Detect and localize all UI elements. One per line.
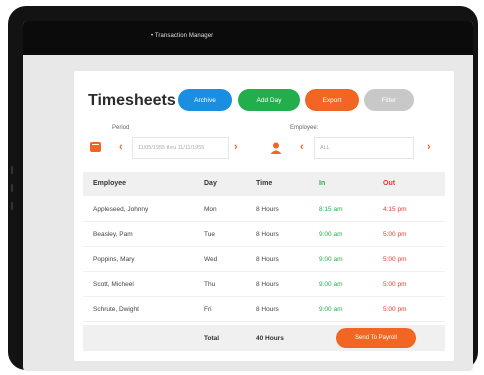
total-label: Total: [204, 335, 220, 342]
page-title: Timesheets: [88, 92, 176, 109]
day-cell: Tue: [204, 231, 215, 238]
time-cell: 8 Hours: [256, 256, 279, 263]
time-cell: 8 Hours: [256, 281, 279, 288]
day-cell: Fri: [204, 306, 212, 313]
total-value: 40 Hours: [256, 335, 284, 342]
export-button[interactable]: Export: [305, 89, 359, 111]
employee-cell: Scott, Micheel: [93, 281, 134, 288]
chevron-right-icon[interactable]: ›: [234, 141, 238, 153]
chevron-left-icon[interactable]: ‹: [119, 141, 123, 153]
tablet-button: [11, 184, 13, 192]
app-screen: • Transaction Manager Timesheets Archive…: [23, 21, 473, 371]
table-row[interactable]: Beasley, Pam Tue 8 Hours 9:00 am 5:00 pm: [83, 222, 445, 247]
employee-cell: Beasley, Pam: [93, 231, 133, 238]
calendar-icon[interactable]: [90, 142, 101, 152]
filter-button[interactable]: Filter: [364, 89, 414, 111]
table-row[interactable]: Schrute, Dwight Fri 8 Hours 9:00 am 5:00…: [83, 297, 445, 322]
column-header-day[interactable]: Day: [204, 180, 217, 187]
chevron-right-icon[interactable]: ›: [427, 141, 431, 153]
employee-cell: Appleseed, Johnny: [93, 206, 149, 213]
out-cell: 5:00 pm: [383, 231, 407, 238]
column-header-time[interactable]: Time: [256, 180, 272, 187]
table-footer: Total 40 Hours Send To Payroll: [83, 325, 445, 351]
add-day-button[interactable]: Add Day: [238, 89, 300, 111]
chevron-left-icon[interactable]: ‹: [300, 141, 304, 153]
employee-cell: Poppins, Mary: [93, 256, 135, 263]
tablet-button: [11, 166, 13, 174]
out-cell: 5:00 pm: [383, 306, 407, 313]
table-row[interactable]: Appleseed, Johnny Mon 8 Hours 8:15 am 4:…: [83, 197, 445, 222]
time-cell: 8 Hours: [256, 206, 279, 213]
archive-button[interactable]: Archive: [178, 89, 232, 111]
table-row[interactable]: Scott, Micheel Thu 8 Hours 9:00 am 5:00 …: [83, 272, 445, 297]
employee-cell: Schrute, Dwight: [93, 306, 139, 313]
column-header-employee[interactable]: Employee: [93, 180, 126, 187]
column-header-out[interactable]: Out: [383, 180, 395, 187]
timesheets-panel: Timesheets Archive Add Day Export Filter…: [74, 71, 454, 361]
table-header: Employee Day Time In Out: [83, 172, 445, 196]
employee-label: Employee:: [290, 125, 319, 131]
title-bar: • Transaction Manager: [23, 21, 473, 55]
person-icon: [270, 142, 282, 154]
table-row[interactable]: Poppins, Mary Wed 8 Hours 9:00 am 5:00 p…: [83, 247, 445, 272]
time-cell: 8 Hours: [256, 231, 279, 238]
tablet-frame: • Transaction Manager Timesheets Archive…: [8, 6, 478, 371]
in-cell: 9:00 am: [319, 256, 343, 263]
employee-field[interactable]: ALL: [314, 137, 414, 159]
period-field[interactable]: 11/05/1955 thru 11/11/1955: [132, 137, 229, 159]
period-label: Period: [112, 125, 130, 131]
in-cell: 8:15 am: [319, 206, 343, 213]
in-cell: 9:00 am: [319, 306, 343, 313]
column-header-in[interactable]: In: [319, 180, 325, 187]
send-to-payroll-button[interactable]: Send To Payroll: [336, 328, 416, 348]
in-cell: 9:00 am: [319, 231, 343, 238]
tablet-button: [11, 202, 13, 210]
day-cell: Thu: [204, 281, 216, 288]
day-cell: Mon: [204, 206, 217, 213]
time-cell: 8 Hours: [256, 306, 279, 313]
window-title: • Transaction Manager: [151, 33, 214, 39]
in-cell: 9:00 am: [319, 281, 343, 288]
out-cell: 4:15 pm: [383, 206, 407, 213]
out-cell: 5:00 pm: [383, 256, 407, 263]
day-cell: Wed: [204, 256, 218, 263]
out-cell: 5:00 pm: [383, 281, 407, 288]
